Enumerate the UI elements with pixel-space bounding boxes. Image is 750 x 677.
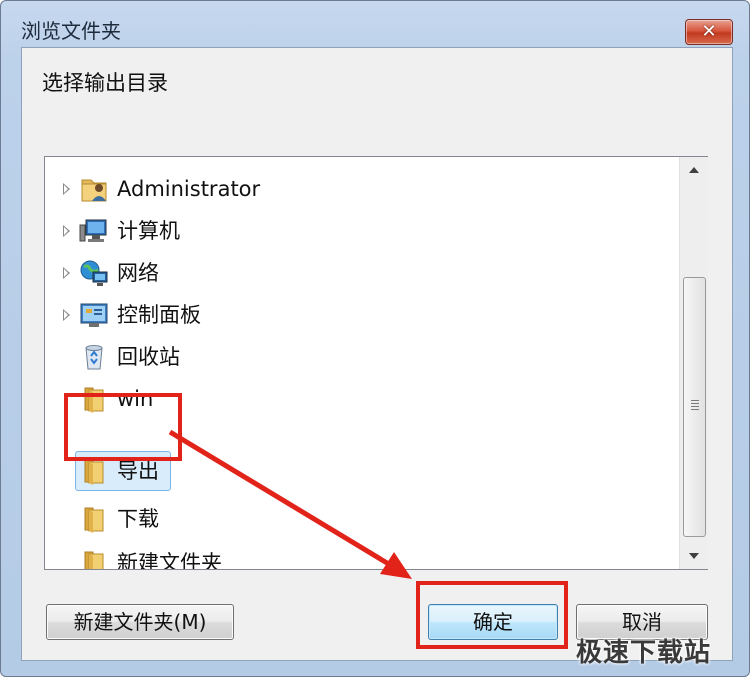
control-panel-icon xyxy=(80,303,108,327)
network-icon xyxy=(80,260,108,286)
expand-arrow-icon[interactable] xyxy=(63,225,70,237)
vertical-scrollbar[interactable] xyxy=(679,157,708,569)
close-button[interactable]: ✕ xyxy=(685,19,733,45)
tree-item-label: 回收站 xyxy=(117,345,180,369)
close-icon: ✕ xyxy=(701,21,717,42)
window-title: 浏览文件夹 xyxy=(21,19,121,43)
dialog-prompt: 选择输出目录 xyxy=(42,71,168,95)
folder-icon xyxy=(84,459,104,485)
grip-icon xyxy=(691,400,699,412)
watermark-text: 极速下载站 xyxy=(576,638,712,668)
tree-item-administrator[interactable]: Administrator xyxy=(45,169,677,209)
expand-arrow-icon[interactable] xyxy=(63,267,70,279)
tree-item-downloads[interactable]: 下载 xyxy=(45,499,677,539)
title-bar[interactable]: 浏览文件夹 ✕ xyxy=(1,1,749,45)
folder-icon xyxy=(84,551,104,569)
tree-item-control-panel[interactable]: 控制面板 xyxy=(45,295,677,335)
tree-item-label: 网络 xyxy=(117,261,159,285)
tree-item-label: Administrator xyxy=(117,177,261,201)
new-folder-button[interactable]: 新建文件夹(M) xyxy=(46,604,234,640)
tree-item-recycle-bin[interactable]: 回收站 xyxy=(45,337,677,377)
tree-item-label: 控制面板 xyxy=(117,303,201,327)
tree-item-label: 计算机 xyxy=(117,219,180,243)
tree-item-computer[interactable]: 计算机 xyxy=(45,211,677,251)
tree-item-label: 导出 xyxy=(117,459,159,483)
folder-icon xyxy=(84,507,104,533)
tree-item-new-folder[interactable]: 新建文件夹 xyxy=(45,543,677,569)
folder-tree[interactable]: Administrator 计算机 网络 控制面板 回收站 win 导出 下载 … xyxy=(44,156,708,570)
scroll-thumb[interactable] xyxy=(683,277,706,537)
tree-item-network[interactable]: 网络 xyxy=(45,253,677,293)
user-folder-icon xyxy=(81,179,107,202)
scroll-down-arrow-icon[interactable] xyxy=(689,553,699,559)
expand-arrow-icon[interactable] xyxy=(63,183,70,195)
expand-arrow-icon[interactable] xyxy=(63,309,70,321)
computer-icon xyxy=(79,219,107,242)
browse-folder-dialog: 浏览文件夹 ✕ 选择输出目录 Administrator 计算机 网络 控制面板… xyxy=(0,0,750,677)
ok-button-highlight-box xyxy=(416,581,568,649)
tree-item-label: 下载 xyxy=(117,507,159,531)
selected-folder-highlight-box xyxy=(64,393,182,461)
scroll-up-arrow-icon[interactable] xyxy=(689,167,699,173)
dialog-body: 选择输出目录 Administrator 计算机 网络 控制面板 回收站 win… xyxy=(21,47,733,661)
recycle-bin-icon xyxy=(85,345,103,370)
tree-item-label: 新建文件夹 xyxy=(117,551,222,569)
